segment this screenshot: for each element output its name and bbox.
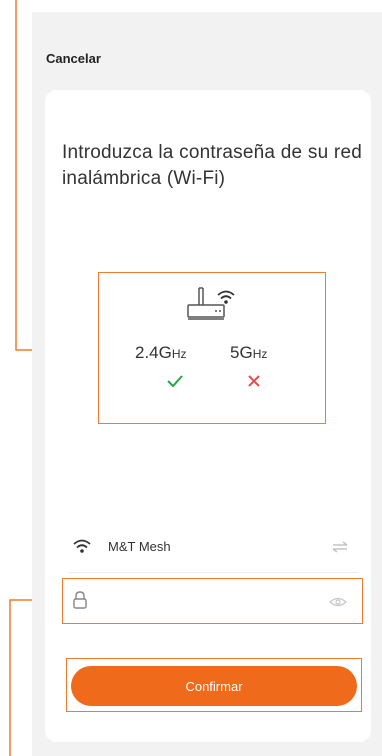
switch-network-icon[interactable] [331,541,349,553]
wifi-ssid: M&T Mesh [108,539,171,554]
intro-text: Introduzca la contraseña de su red inalá… [62,142,362,189]
divider [68,572,358,573]
cross-icon [248,375,260,387]
password-input[interactable] [94,590,318,614]
cancel-button[interactable]: Cancelar [46,51,101,66]
confirm-button[interactable]: Confirmar [71,666,357,706]
lock-icon [73,591,87,609]
wifi-icon [217,290,235,304]
check-icon [167,375,183,388]
band-5ghz-label: 5GHz [230,343,268,362]
eye-icon[interactable] [329,596,347,608]
wifi-icon [73,539,91,553]
band-24ghz-label: 2.4GHz [135,343,187,362]
